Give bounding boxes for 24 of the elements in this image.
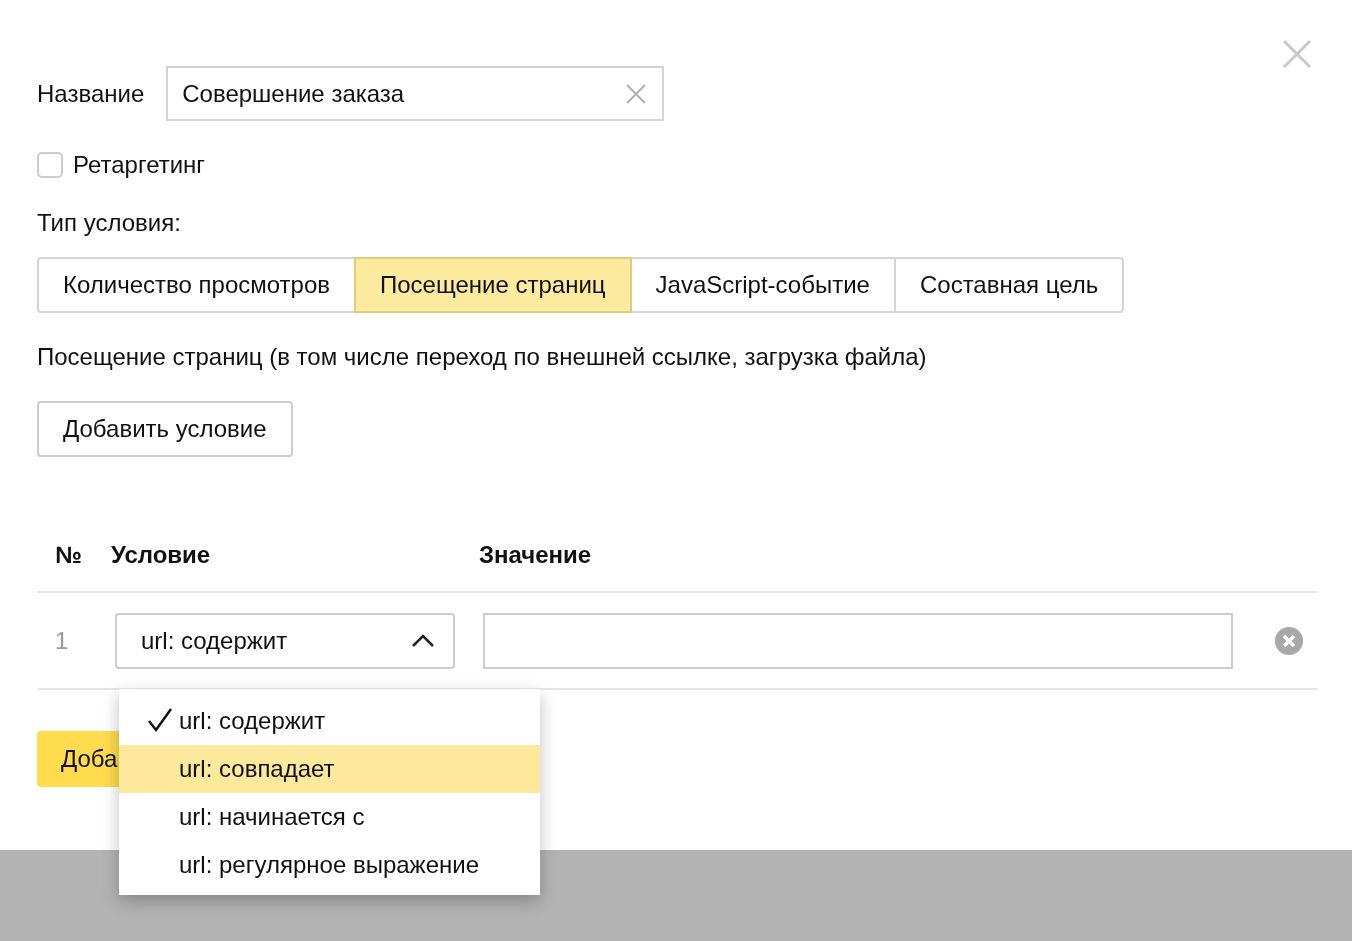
condition-type-tab[interactable]: JavaScript-событие (629, 257, 896, 313)
description-text: Посещение страниц (в том числе переход по внешней ссылке, загрузка файла) (37, 343, 928, 371)
condition-select[interactable]: url: содержит (115, 612, 455, 669)
retargeting-checkbox[interactable] (37, 152, 63, 178)
add-condition-button[interactable]: Добавить условие (37, 401, 293, 457)
close-icon[interactable] (1282, 39, 1312, 69)
condition-type-tab[interactable]: Количество просмотров (37, 257, 356, 313)
name-field[interactable]: Совершение заказа (166, 66, 665, 121)
column-header: Значение (479, 541, 592, 569)
condition-type-tab[interactable]: Посещение страниц (354, 257, 632, 313)
dropdown-option[interactable]: url: совпадает (119, 745, 540, 793)
condition-type-tab[interactable]: Составная цель (893, 257, 1125, 313)
value-field[interactable] (483, 612, 1233, 669)
column-header: Условие (111, 541, 212, 569)
retargeting-label: Ретаргетинг (73, 151, 206, 179)
clear-icon[interactable] (626, 83, 647, 104)
remove-icon[interactable] (1274, 625, 1304, 656)
caret-icon (411, 633, 435, 648)
dropdown-option[interactable]: url: начинается с (119, 793, 540, 841)
row-number: 1 (55, 626, 70, 655)
dropdown-option[interactable]: url: регулярное выражение (119, 841, 540, 889)
condition-type-label: Тип условия: (37, 209, 182, 237)
column-header: № (55, 541, 83, 569)
name-label: Название (37, 79, 145, 108)
